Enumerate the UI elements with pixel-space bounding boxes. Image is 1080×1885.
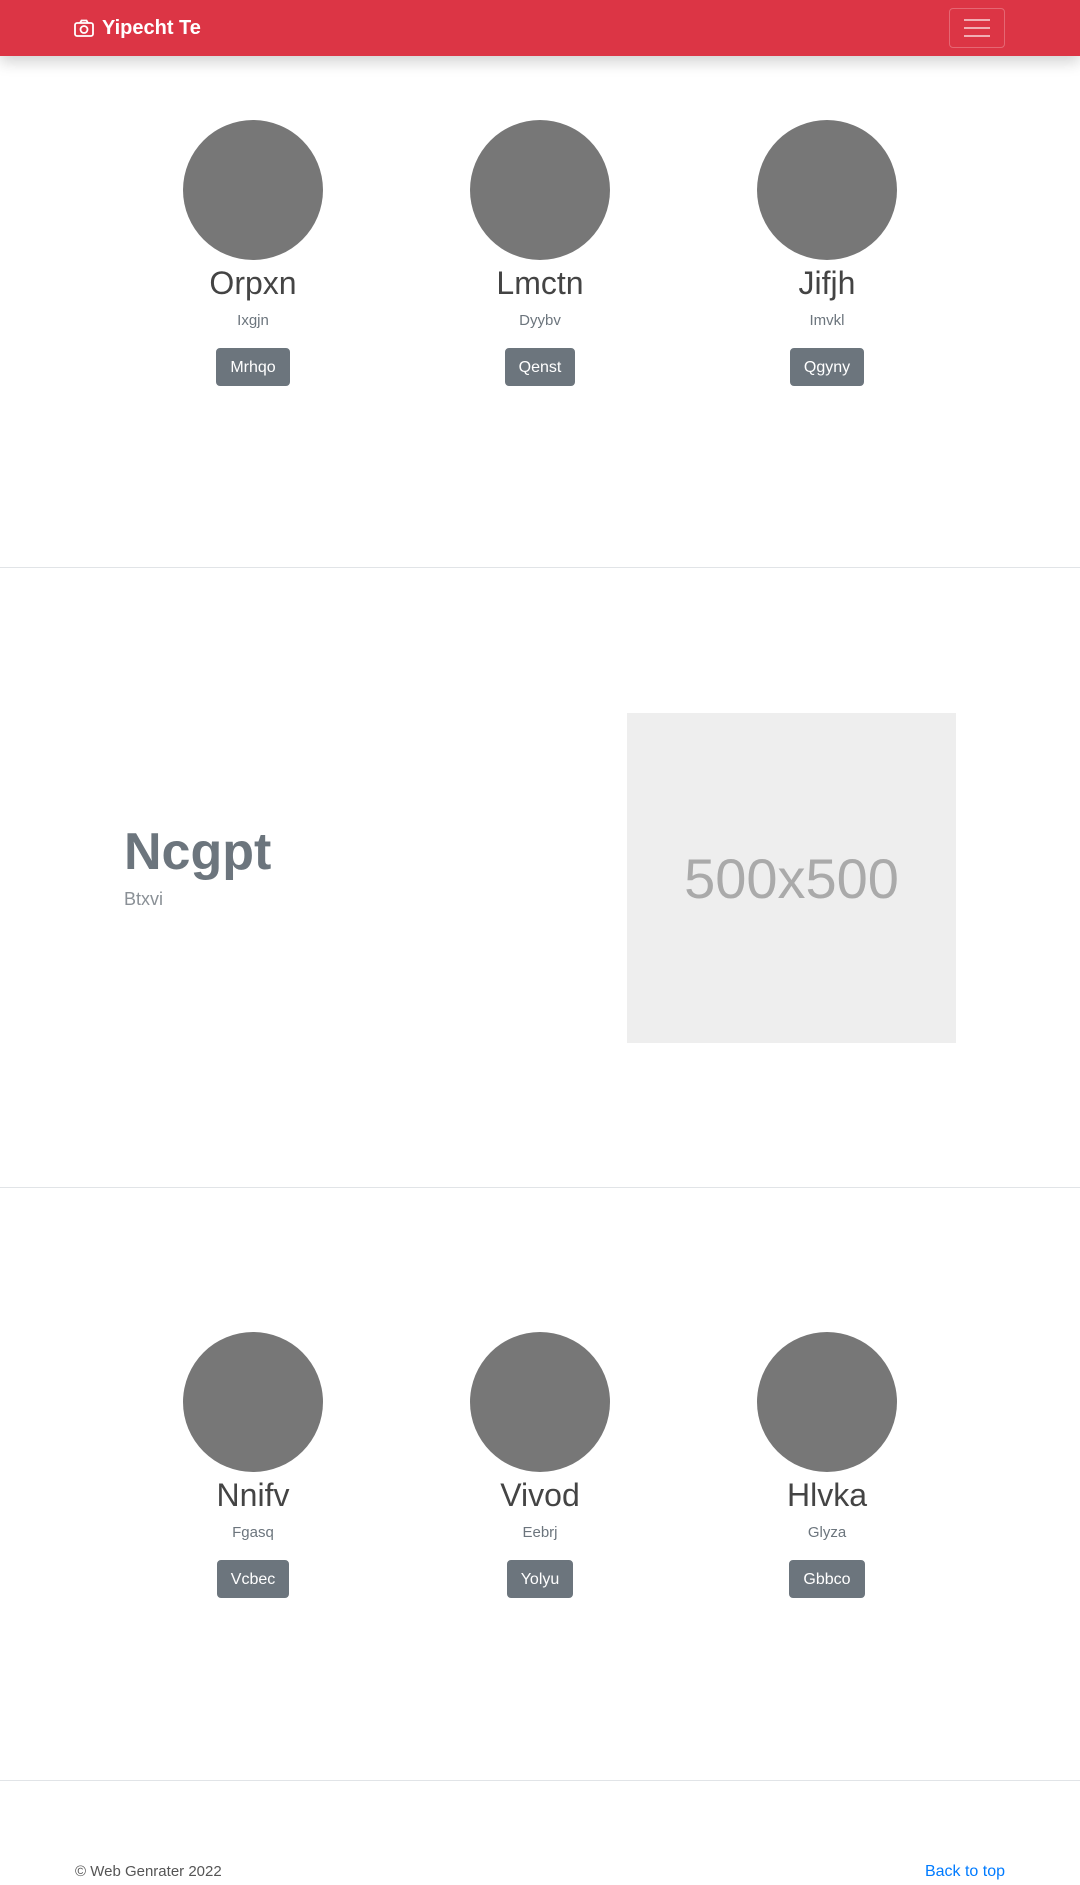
- placeholder-image: 500x500: [627, 713, 956, 1043]
- member-button[interactable]: Vcbec: [216, 1560, 290, 1598]
- hamburger-menu-icon: [964, 19, 990, 37]
- member-name: Lmctn: [496, 265, 584, 301]
- camera-icon: [74, 19, 94, 37]
- back-to-top-link[interactable]: Back to top: [925, 1863, 1005, 1881]
- member-subtitle: Fgasq: [232, 1524, 274, 1541]
- member-button[interactable]: Gbbco: [789, 1560, 865, 1598]
- navbar-toggler-button[interactable]: [949, 8, 1005, 48]
- member-subtitle: Imvkl: [809, 312, 845, 329]
- member-subtitle: Glyza: [807, 1524, 847, 1541]
- team-member: Lmctn Dyybv Qenst: [420, 120, 660, 386]
- member-subtitle: Eebrj: [522, 1524, 558, 1541]
- member-subtitle: Ixgjn: [237, 312, 269, 329]
- section-divider: [0, 567, 1080, 568]
- avatar: [470, 120, 610, 260]
- member-name: Nnifv: [216, 1477, 290, 1513]
- brand-title: Yipecht Te: [102, 16, 201, 39]
- section-divider: [0, 1187, 1080, 1188]
- footer-copyright: © Web Genrater 2022: [75, 1863, 222, 1880]
- brand-link[interactable]: Yipecht Te: [74, 15, 201, 41]
- member-button[interactable]: Qenst: [504, 348, 576, 386]
- member-button[interactable]: Qgyny: [789, 348, 865, 386]
- member-name: Hlvka: [786, 1477, 867, 1513]
- avatar: [757, 1332, 897, 1472]
- feature-subtitle: Btxvi: [124, 889, 164, 909]
- team-member: Nnifv Fgasq Vcbec: [133, 1332, 373, 1598]
- member-name: Vivod: [500, 1477, 580, 1513]
- team-member: Hlvka Glyza Gbbco: [707, 1332, 947, 1598]
- placeholder-image-label: 500x500: [684, 846, 899, 910]
- member-subtitle: Dyybv: [519, 312, 561, 329]
- member-name: Jifjh: [798, 265, 856, 301]
- avatar: [470, 1332, 610, 1472]
- avatar: [183, 120, 323, 260]
- member-name: Orpxn: [209, 265, 297, 301]
- team-member: Jifjh Imvkl Qgyny: [707, 120, 947, 386]
- team-member: Vivod Eebrj Yolyu: [420, 1332, 660, 1598]
- avatar: [757, 120, 897, 260]
- feature-title: Ncgpt: [124, 823, 272, 881]
- team-member: Orpxn Ixgjn Mrhqo: [133, 120, 373, 386]
- navbar: Yipecht Te: [0, 0, 1080, 56]
- section-divider: [0, 1780, 1080, 1781]
- member-button[interactable]: Mrhqo: [216, 348, 290, 386]
- avatar: [183, 1332, 323, 1472]
- member-button[interactable]: Yolyu: [506, 1560, 574, 1598]
